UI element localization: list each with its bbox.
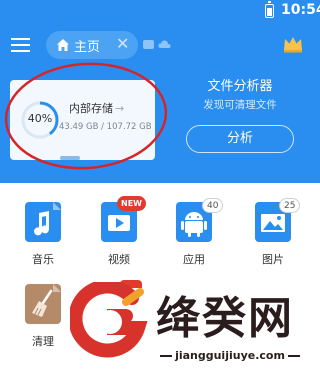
broom-icon	[25, 284, 61, 324]
grid-label-images: 图片	[262, 253, 284, 266]
tab-home-label: 主页	[74, 40, 101, 55]
storage-title: 内部存储 →	[69, 100, 124, 116]
grid-item-video[interactable]: NEW 视频	[89, 196, 149, 271]
grid-item-apps[interactable]: 40 应用	[164, 198, 224, 271]
apps-count-badge: 40	[202, 198, 224, 213]
home-icon	[57, 39, 69, 51]
close-tab-icon[interactable]: ✕	[116, 35, 129, 53]
grid-label-clean: 清理	[32, 335, 54, 348]
grid-item-clean[interactable]: 清理	[13, 283, 73, 353]
arrow-right-icon: →	[115, 102, 125, 115]
storage-percent: 40%	[27, 112, 53, 125]
grid-item-music[interactable]: 音乐	[13, 201, 73, 271]
tab-home[interactable]: 主页 ✕	[46, 31, 138, 59]
internal-storage-card[interactable]: 40% 内部存储 → 43.49 GB / 107.72 GB	[10, 80, 155, 160]
status-bar: 10:54	[0, 0, 320, 22]
music-icon	[25, 202, 61, 242]
grid-label-music: 音乐	[32, 253, 54, 266]
grid-label-video: 视频	[108, 253, 130, 266]
battery-icon	[265, 1, 274, 18]
watermark-logo	[70, 282, 148, 358]
analyzer-subtitle: 发现可清理文件	[203, 99, 277, 111]
watermark-text: 绛癸网	[156, 293, 294, 344]
storage-usage: 43.49 GB / 107.72 GB	[59, 122, 152, 132]
window-icon[interactable]	[143, 40, 154, 49]
cloud-icon[interactable]	[158, 39, 171, 49]
new-badge: NEW	[117, 196, 146, 211]
grid-label-apps: 应用	[183, 253, 205, 266]
analyzer-title: 文件分析器	[207, 79, 273, 94]
card-indicator	[60, 156, 80, 160]
menu-icon[interactable]	[11, 38, 30, 52]
crown-icon[interactable]	[283, 35, 303, 53]
storage-title-text: 内部存储	[69, 102, 113, 115]
watermark-url-text: jiangguijiuye.com	[175, 349, 285, 362]
analyze-button[interactable]: 分析	[186, 125, 294, 153]
images-count-badge: 25	[279, 198, 301, 213]
grid-item-images[interactable]: 25 图片	[243, 198, 303, 271]
status-time: 10:54	[281, 2, 320, 18]
watermark-url: jiangguijiuye.com	[150, 349, 310, 362]
